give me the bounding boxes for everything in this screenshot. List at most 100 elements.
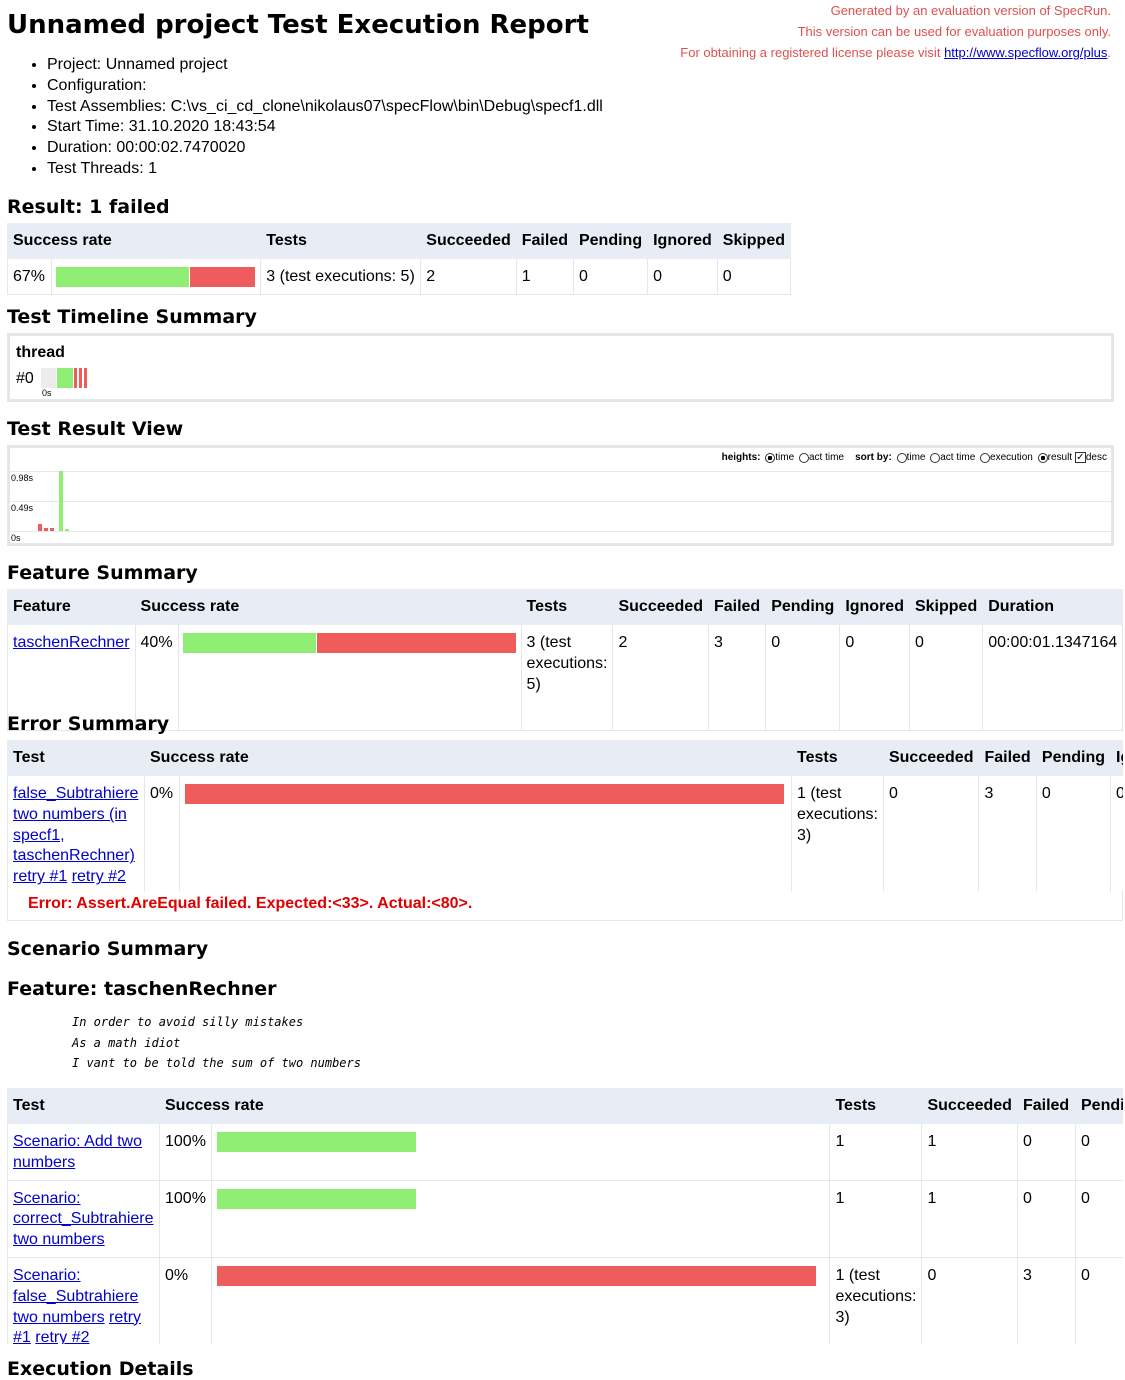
heights-time-radio[interactable] — [765, 452, 776, 463]
error-retry-1-link[interactable]: retry #1 — [13, 868, 67, 885]
result-bar-success[interactable] — [59, 471, 63, 531]
table-row: Scenario: Add two numbers 100% 1 1 0 0 — [7, 1123, 1123, 1181]
timeline-fail-block[interactable] — [84, 368, 87, 388]
notice-prefix: For obtaining a registered license pleas… — [680, 45, 945, 60]
result-rate-bar-cell — [50, 258, 262, 295]
scenario-retry-2-link[interactable]: retry #2 — [35, 1329, 89, 1344]
failure-segment — [190, 267, 255, 287]
execution-details-heading: Execution Details — [7, 1358, 194, 1380]
col-success-rate: Success rate — [134, 589, 522, 625]
col-succeeded: Succeeded — [612, 589, 709, 625]
y-tick-049: 0.49s — [11, 503, 34, 513]
col-skipped: Skipped — [908, 589, 984, 625]
gridline-top — [10, 471, 1111, 472]
scenario-pending: 0 — [1075, 1123, 1123, 1181]
error-failed: 3 — [978, 775, 1037, 892]
col-tests: Tests — [520, 589, 614, 625]
timeline-fail-block[interactable] — [79, 368, 82, 388]
error-pending: 0 — [1035, 775, 1112, 892]
timeline-track — [41, 368, 56, 388]
specflow-link[interactable]: http://www.specflow.org/plus — [944, 45, 1107, 60]
sort-label: sort by: — [855, 452, 892, 464]
feature-succeeded: 2 — [612, 624, 709, 731]
col-skipped: Skipped — [716, 223, 792, 259]
error-message-row: Error: Assert.AreEqual failed. Expected:… — [7, 890, 1123, 921]
info-start-time: Start Time: 31.10.2020 18:43:54 — [47, 117, 603, 138]
thread-id: #0 — [16, 370, 34, 387]
timeline-panel: thread #0 0s — [7, 333, 1114, 402]
scenario-tests: 1 (test executions: 3) — [829, 1256, 923, 1344]
y-tick-0: 0s — [11, 533, 21, 543]
sort-act-time-label: act time — [940, 452, 976, 464]
scenario-pending: 0 — [1075, 1179, 1123, 1258]
feature-summary-table: Feature Success rate Tests Succeeded Fai… — [7, 589, 1124, 731]
success-segment — [216, 1132, 416, 1152]
scenario-tests: 1 — [829, 1179, 923, 1258]
result-view-heading: Test Result View — [7, 418, 184, 440]
scenario-rate: 0% — [159, 1256, 212, 1344]
col-pending: Pending — [1035, 740, 1112, 776]
col-success-rate: Success rate — [6, 223, 262, 259]
scenario-failed: 0 — [1016, 1123, 1077, 1181]
scenario-rate: 100% — [159, 1179, 212, 1258]
scenario-summary-table: Test Success rate Tests Succeeded Failed… — [7, 1088, 1123, 1344]
error-succeeded: 0 — [882, 775, 980, 892]
scenario-failed: 0 — [1016, 1179, 1077, 1258]
result-tests: 3 (test executions: 5) — [260, 258, 422, 295]
feature-tests: 3 (test executions: 5) — [520, 624, 614, 731]
col-succeeded: Succeeded — [882, 740, 980, 776]
feature-skipped: 0 — [908, 624, 984, 731]
sort-result-radio[interactable] — [1037, 452, 1048, 463]
result-bar-fail[interactable] — [50, 528, 54, 531]
col-failed: Failed — [1016, 1088, 1077, 1124]
feature-rate-bar-cell — [177, 624, 522, 731]
scenario-succeeded: 1 — [921, 1123, 1018, 1181]
feature-description: In order to avoid silly mistakes As a ma… — [72, 1012, 361, 1074]
gridline-bottom — [10, 531, 1111, 532]
scenario-rate-bar — [216, 1188, 416, 1209]
timeline-fail-block[interactable] — [74, 368, 77, 388]
heights-act-time-radio[interactable] — [798, 452, 809, 463]
result-view-controls: heights: time act time sort by: time act… — [722, 452, 1107, 463]
col-pending: Pendin — [1075, 1088, 1123, 1124]
scenario-name-cell: Scenario: correct_Subtrahiere two number… — [7, 1179, 160, 1258]
sort-execution-radio[interactable] — [980, 452, 991, 463]
result-bar-fail[interactable] — [44, 528, 48, 531]
notice-suffix: . — [1107, 45, 1111, 60]
col-success-rate: Success rate — [144, 740, 792, 776]
error-test-cell: false_Subtrahiere two numbers (in specf1… — [7, 775, 145, 892]
col-tests: Tests — [790, 740, 884, 776]
result-bar-fail[interactable] — [38, 524, 42, 531]
scenario-link[interactable]: Scenario: correct_Subtrahiere two number… — [13, 1190, 154, 1249]
result-heading: Result: 1 failed — [7, 196, 170, 218]
failure-segment — [216, 1265, 816, 1286]
sort-time-label: time — [906, 452, 926, 464]
col-failed: Failed — [515, 223, 574, 259]
result-ignored: 0 — [647, 258, 718, 295]
feature-link[interactable]: taschenRechner — [13, 634, 130, 651]
sort-act-time-radio[interactable] — [930, 452, 941, 463]
scenario-rate-bar — [216, 1265, 816, 1286]
result-succeeded: 2 — [420, 258, 517, 295]
feature-duration: 00:00:01.1347164 — [982, 624, 1124, 731]
error-test-link[interactable]: false_Subtrahiere two numbers (in specf1… — [13, 785, 138, 864]
error-retry-2-link[interactable]: retry #2 — [72, 868, 126, 885]
timeline-success-block[interactable] — [57, 368, 73, 388]
failure-segment — [316, 633, 516, 653]
feature-ignored: 0 — [839, 624, 910, 731]
result-skipped: 0 — [716, 258, 792, 295]
scenario-succeeded: 0 — [921, 1256, 1018, 1344]
heights-time-label: time — [775, 452, 795, 464]
error-message: Error: Assert.AreEqual failed. Expected:… — [28, 895, 473, 912]
description-line: I vant to be told the sum of two numbers — [72, 1056, 361, 1070]
scenario-link[interactable]: Scenario: Add two numbers — [13, 1133, 142, 1171]
desc-checkbox[interactable]: ✓ — [1074, 452, 1086, 463]
scenario-succeeded: 1 — [921, 1179, 1018, 1258]
scenario-tests: 1 — [829, 1123, 923, 1181]
scenario-name-cell: Scenario: Add two numbers — [7, 1123, 160, 1181]
sort-time-radio[interactable] — [896, 452, 907, 463]
error-rate: 0% — [144, 775, 180, 892]
success-segment — [56, 267, 189, 287]
scenario-rate-bar — [216, 1132, 416, 1152]
result-bar-success[interactable] — [65, 529, 69, 531]
